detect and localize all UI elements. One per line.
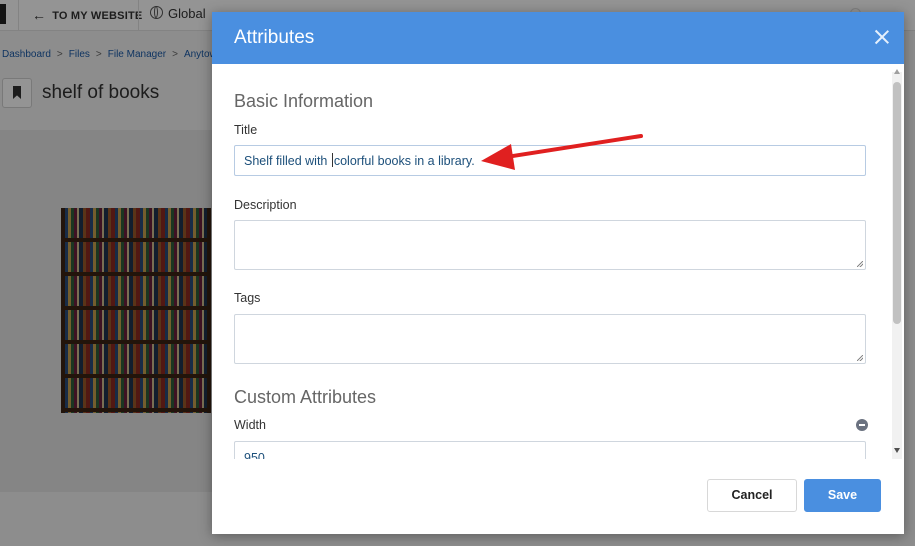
scroll-down-arrow-icon[interactable] <box>894 448 900 453</box>
custom-attributes-heading: Custom Attributes <box>234 387 377 407</box>
resize-grip-icon[interactable] <box>857 355 863 361</box>
attributes-modal: Attributes Basic Information Title Shelf… <box>212 12 904 534</box>
tags-textarea[interactable] <box>234 314 866 364</box>
text-caret <box>331 153 333 167</box>
modal-title: Attributes <box>234 27 315 48</box>
scroll-up-arrow-icon[interactable] <box>894 69 900 74</box>
width-label: Width <box>234 418 266 432</box>
modal-body: Basic Information Title Shelf filled wit… <box>212 64 904 459</box>
modal-header: Attributes <box>212 12 904 64</box>
tags-label: Tags <box>234 291 261 305</box>
scrollbar-thumb[interactable] <box>893 82 901 324</box>
width-input[interactable]: 950 <box>234 441 866 459</box>
title-label: Title <box>234 123 258 137</box>
title-input[interactable]: Shelf filled with colorful books in a li… <box>234 145 866 176</box>
title-input-text-before-caret: Shelf filled with <box>244 154 331 168</box>
cancel-button[interactable]: Cancel <box>707 479 797 512</box>
resize-grip-icon[interactable] <box>857 261 863 267</box>
remove-icon[interactable] <box>856 419 868 431</box>
description-textarea[interactable] <box>234 220 866 270</box>
description-label: Description <box>234 198 297 212</box>
modal-footer: Cancel Save <box>212 459 904 534</box>
save-button[interactable]: Save <box>804 479 881 512</box>
basic-information-heading: Basic Information <box>234 91 374 111</box>
close-icon[interactable] <box>874 29 890 45</box>
title-input-text-after-caret: colorful books in a library. <box>333 154 475 168</box>
